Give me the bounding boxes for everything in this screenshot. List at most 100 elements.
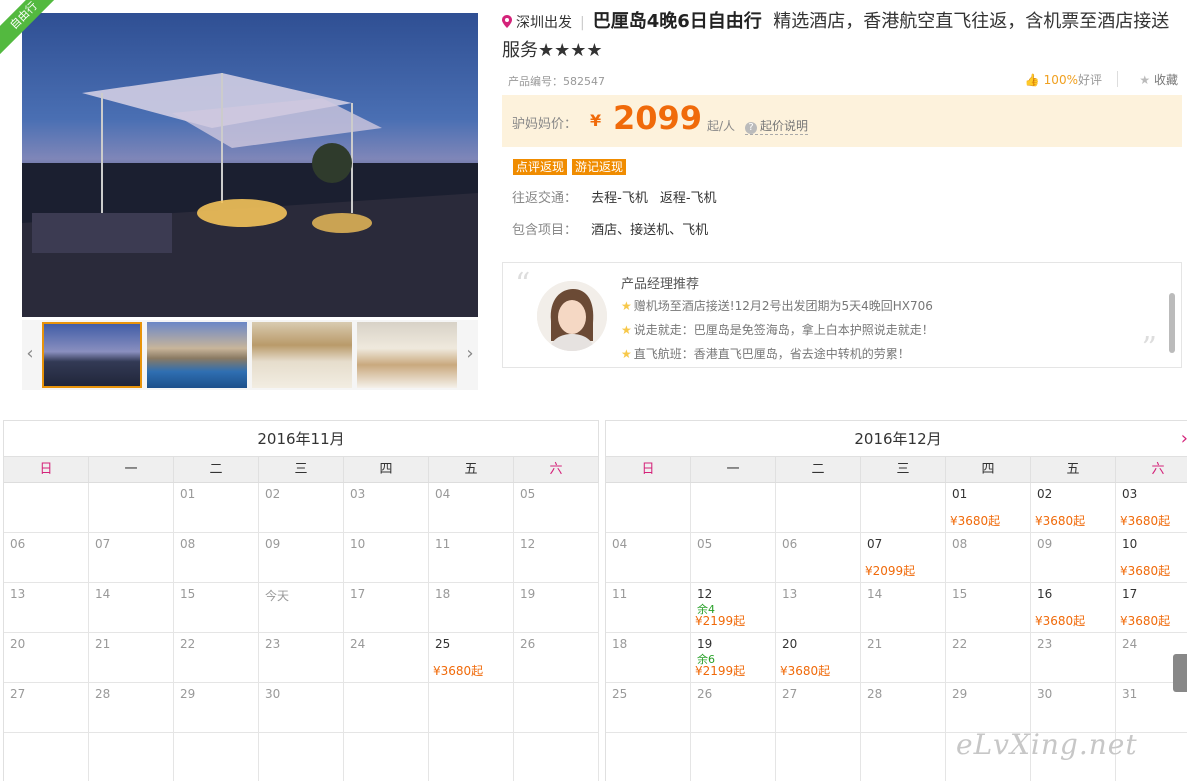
calendar-week-row: 04 05 06 07 ¥2099起 08 09 10 ¥3680起 <box>606 533 1187 583</box>
day-number: 13 <box>10 587 26 601</box>
favorite-label: 收藏 <box>1153 73 1178 87</box>
calendar-day: 20 <box>4 633 89 683</box>
tag-review-cashback[interactable]: 点评返现 <box>513 159 568 175</box>
day-price: ¥3680起 <box>780 664 831 678</box>
day-number: 15 <box>952 587 968 601</box>
thumb-next-icon[interactable]: › <box>462 342 478 366</box>
day-number <box>95 737 173 751</box>
calendar-day-available[interactable]: 03 ¥3680起 <box>1116 483 1187 533</box>
day-number: 02 <box>265 487 281 501</box>
price-label: 驴妈妈价： <box>512 117 578 132</box>
close-quote-icon: ” <box>1141 331 1157 366</box>
calendar-day: 23 <box>259 633 344 683</box>
day-number: 07 <box>95 537 111 551</box>
day-number: 27 <box>782 687 798 701</box>
calendar-day-available[interactable]: 07 ¥2099起 <box>861 533 946 583</box>
star-icon: ★ <box>621 323 632 337</box>
day-number: 09 <box>1037 537 1053 551</box>
meta-divider <box>1117 71 1118 87</box>
product-meta-row: 产品编号：582547 👍 100%好评 ★ 收藏 <box>502 69 1182 91</box>
day-number: 12 <box>697 587 713 601</box>
calendar-day-available[interactable]: 19 余6 ¥2199起 <box>691 633 776 683</box>
day-number <box>867 737 945 751</box>
calendar-day: 30 <box>259 683 344 733</box>
calendar-day: 27 <box>776 683 861 733</box>
calendar-day: 21 <box>89 633 174 683</box>
day-number: 11 <box>435 537 451 551</box>
calendar-day-available[interactable]: 17 ¥3680起 <box>1116 583 1187 633</box>
transport-row: 往返交通： 去程-飞机 返程-飞机 <box>502 183 1182 215</box>
day-number: 04 <box>612 537 628 551</box>
day-number: 18 <box>435 587 451 601</box>
favorite-button[interactable]: ★ 收藏 <box>1139 71 1178 88</box>
main-product-photo[interactable] <box>22 13 478 317</box>
day-price: ¥2099起 <box>865 564 916 578</box>
calendar-day: 28 <box>89 683 174 733</box>
thumbnail-2[interactable] <box>147 322 247 388</box>
calendar-day-available[interactable]: 20 ¥3680起 <box>776 633 861 683</box>
calendar-day-available[interactable]: 16 ¥3680起 <box>1031 583 1116 633</box>
day-number <box>782 487 860 501</box>
tag-travelogue-cashback[interactable]: 游记返现 <box>572 159 627 175</box>
calendar-day <box>344 683 429 733</box>
weekday-label: 四 <box>344 457 429 482</box>
day-number: 26 <box>697 687 713 701</box>
day-number: 12 <box>520 537 536 551</box>
day-number: 14 <box>867 587 883 601</box>
weekday-label: 一 <box>691 457 776 482</box>
departure-city: 深圳出发 <box>516 15 572 31</box>
thumbnail-4[interactable] <box>357 322 457 388</box>
rating[interactable]: 👍 100%好评 <box>1025 71 1102 88</box>
day-number: 28 <box>867 687 883 701</box>
calendar-day: 14 <box>89 583 174 633</box>
day-number <box>782 737 860 751</box>
product-number-label: 产品编号： <box>508 75 563 88</box>
calendar-day <box>691 733 776 781</box>
next-month-icon[interactable]: › <box>1181 421 1187 457</box>
transport-label: 往返交通： <box>512 191 578 206</box>
thumb-prev-icon[interactable]: ‹ <box>22 342 38 366</box>
calendar-day <box>89 483 174 533</box>
promo-tags: 点评返现 游记返现 <box>502 159 1182 177</box>
day-number: 21 <box>95 637 111 651</box>
thumbnail-1[interactable] <box>42 322 142 388</box>
includes-row: 包含项目： 酒店、接送机、飞机 <box>502 215 1182 247</box>
calendar-day <box>429 683 514 733</box>
day-number <box>10 737 88 751</box>
day-number: 14 <box>95 587 111 601</box>
day-price: ¥3680起 <box>1035 614 1086 628</box>
calendar-day <box>861 483 946 533</box>
weekday-header: 日一二三四五六 <box>4 457 599 483</box>
calendar-day-available[interactable]: 02 ¥3680起 <box>1031 483 1116 533</box>
recommend-scrollbar[interactable] <box>1169 293 1175 353</box>
calendar-day-available[interactable]: 25 ¥3680起 <box>429 633 514 683</box>
calendar-day-available[interactable]: 01 ¥3680起 <box>946 483 1031 533</box>
day-number: 今天 <box>265 589 290 603</box>
calendar-week-row: 27 28 29 30 <box>4 683 599 733</box>
calendar-day <box>606 733 691 781</box>
day-price: ¥2199起 <box>695 664 746 678</box>
day-number: 03 <box>1122 487 1138 501</box>
price-help-label: 起价说明 <box>760 119 809 133</box>
weekday-label: 五 <box>429 457 514 482</box>
day-price: ¥3680起 <box>1035 514 1086 528</box>
day-number <box>265 737 343 751</box>
recommend-item: ★ 直飞航班：香港直飞巴厘岛，省去途中转机的劳累！ <box>621 345 934 369</box>
calendar-day: 今天 <box>259 583 344 633</box>
recommend-item: ★ 赠机场至酒店接送!12月2号出发团期为5天4晚回HX706 <box>621 297 934 321</box>
weekday-header: 日一二三四五六 <box>606 457 1187 483</box>
thumbnail-3[interactable] <box>252 322 352 388</box>
side-feedback-tab[interactable] <box>1173 654 1187 692</box>
calendar-day-available[interactable]: 12 余4 ¥2199起 <box>691 583 776 633</box>
day-number <box>10 487 88 501</box>
rating-percent: 100% <box>1043 73 1078 87</box>
calendar-day-available[interactable]: 10 ¥3680起 <box>1116 533 1187 583</box>
recommend-title: 产品经理推荐 <box>621 277 700 292</box>
day-number: 19 <box>697 637 713 651</box>
calendar-day: 17 <box>344 583 429 633</box>
day-number: 22 <box>952 637 968 651</box>
day-number: 16 <box>1037 587 1053 601</box>
price-help-link[interactable]: ? 起价说明 <box>745 117 809 135</box>
calendar-day: 12 <box>514 533 599 583</box>
calendar-week-row: 11 12 余4 ¥2199起 13 14 15 16 ¥3680起 17 ¥3680起 <box>606 583 1187 633</box>
